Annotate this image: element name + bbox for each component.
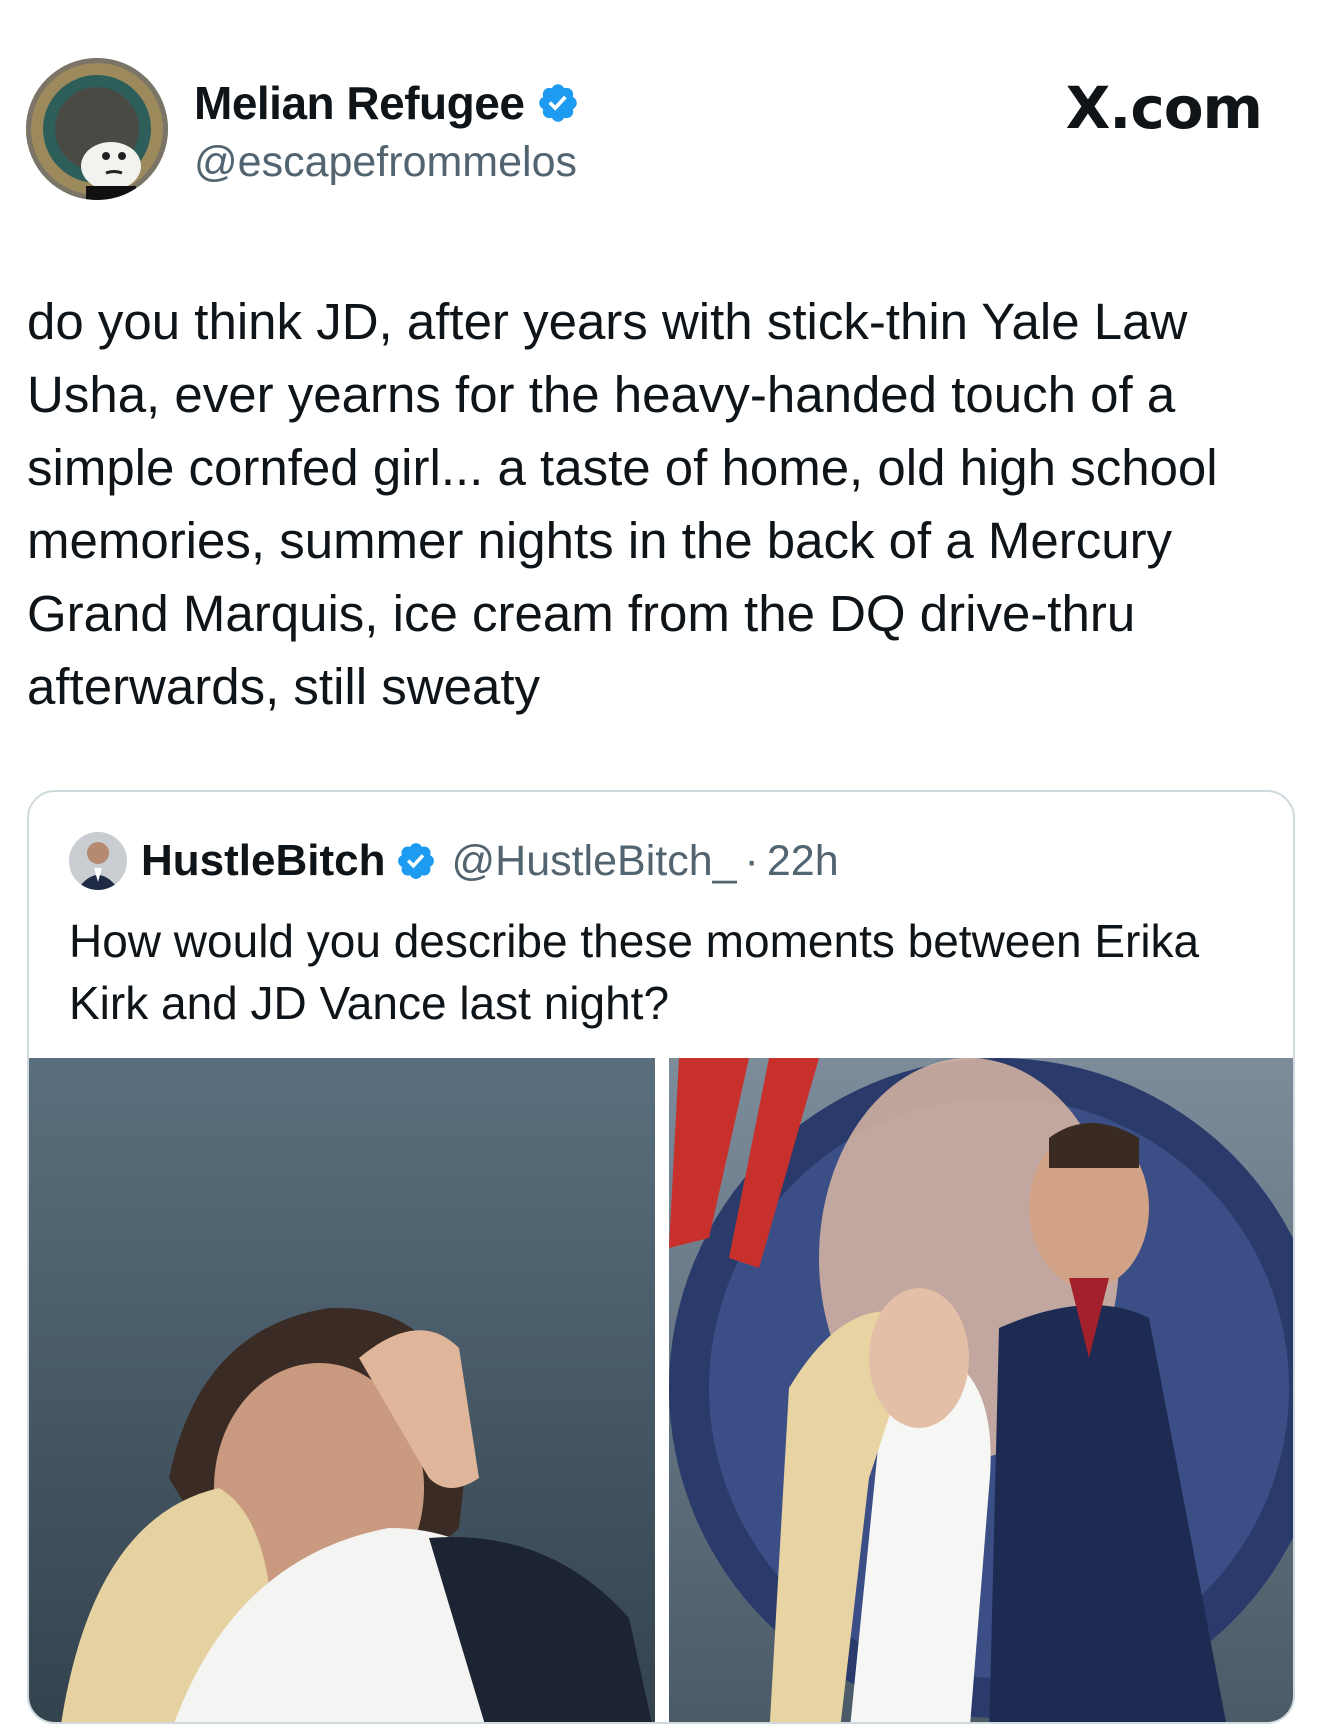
photo-icon bbox=[29, 1058, 655, 1722]
dot-separator: · bbox=[744, 836, 759, 885]
author-name-row: Melian Refugee bbox=[194, 76, 580, 130]
author-display-name[interactable]: Melian Refugee bbox=[194, 76, 525, 130]
avatar-image bbox=[26, 58, 168, 200]
quoted-tweet-text: How would you describe these moments bet… bbox=[69, 915, 1200, 1029]
quoted-handle[interactable]: @HustleBitch_ bbox=[451, 837, 736, 886]
tweet-text: do you think JD, after years with stick-… bbox=[27, 293, 1218, 715]
quoted-tweet-header: HustleBitch @HustleBitch_ · 22h bbox=[69, 832, 839, 890]
site-label: X.com bbox=[1065, 74, 1263, 142]
verified-badge-icon bbox=[536, 81, 580, 125]
quoted-tweet-card[interactable]: HustleBitch @HustleBitch_ · 22h How woul… bbox=[27, 790, 1295, 1724]
quoted-author-avatar[interactable] bbox=[69, 832, 127, 890]
author-handle[interactable]: @escapefrommelos bbox=[194, 138, 577, 187]
photo-icon bbox=[669, 1058, 1293, 1722]
verified-badge-icon bbox=[395, 840, 437, 882]
quoted-timestamp[interactable]: 22h bbox=[767, 837, 839, 886]
media-photo-1[interactable] bbox=[29, 1058, 655, 1722]
media-photo-2[interactable] bbox=[669, 1058, 1293, 1722]
quoted-display-name[interactable]: HustleBitch bbox=[141, 836, 385, 886]
author-avatar[interactable] bbox=[26, 58, 168, 200]
